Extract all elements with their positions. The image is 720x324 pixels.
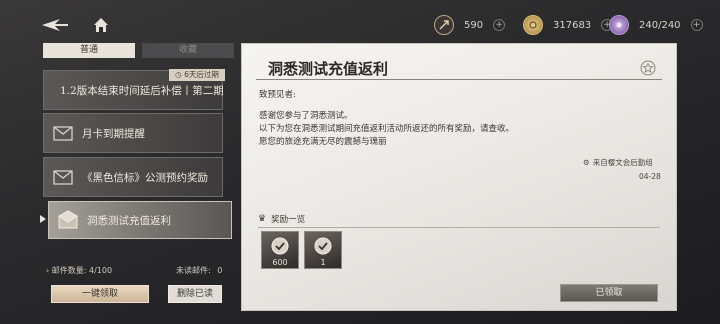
mail-title: 1.2版本结束时间延后补偿丨第二期 — [60, 84, 224, 97]
expire-text: 6天后过期 — [184, 70, 219, 79]
back-icon[interactable] — [40, 16, 70, 34]
sender-name: 来自樱文会后勤组 — [592, 158, 653, 167]
mail-title: 洞悉测试充值返利 — [87, 214, 171, 227]
mail-item-recharge-rebate[interactable]: 洞悉测试充值返利 — [48, 201, 232, 239]
mail-body-line: 感谢您参与了洞悉测试。 — [259, 111, 353, 121]
rewards-divider — [258, 227, 660, 228]
mail-count: › 邮件数量: 4/100 — [46, 265, 112, 277]
title-divider — [256, 79, 662, 80]
tab-normal[interactable]: 普通 — [43, 43, 135, 58]
unread-count: 未读邮件: 0 — [176, 265, 222, 277]
energy-value: 240/240 — [639, 19, 681, 31]
mail-detail-panel — [241, 43, 677, 311]
rewards-header: ♛ 奖励一览 — [258, 213, 305, 225]
reward-qty: 1 — [320, 258, 326, 267]
stamina-value: 590 — [464, 19, 484, 31]
reward-qty: 600 — [272, 258, 288, 267]
coin-value: 317683 — [553, 19, 592, 31]
selection-pointer-icon — [40, 215, 46, 223]
open-envelope-icon — [58, 210, 78, 229]
currency-stamina: 590 + — [434, 14, 506, 36]
check-icon — [314, 237, 332, 255]
mail-body-line: 以下为您在洞悉测试期间充值返利活动所返还的所有奖励，请查收。 — [259, 124, 515, 134]
mail-count-label: 邮件数量: — [51, 266, 87, 275]
mail-item-preregister[interactable]: 《黑色信标》公测预约奖励 — [43, 157, 223, 197]
currency-coin: 317683 + — [523, 14, 614, 36]
mail-title: 月卡到期提醒 — [82, 127, 145, 140]
reward-item[interactable]: 600 — [261, 231, 299, 269]
check-icon — [271, 237, 289, 255]
delete-read-button[interactable]: 删除已读 — [168, 285, 222, 303]
chevron-right-icon: › — [46, 266, 50, 275]
mail-title-heading: 洞悉测试充值返利 — [268, 60, 389, 78]
unread-value: 0 — [217, 266, 223, 275]
mail-count-value: 4/100 — [89, 266, 113, 275]
favorite-star-icon[interactable] — [640, 60, 656, 76]
envelope-icon — [53, 170, 73, 185]
crown-icon: ♛ — [258, 214, 267, 224]
energy-plus-button[interactable]: + — [690, 19, 703, 31]
sender-icon: ⚙ — [583, 158, 590, 167]
mail-title: 《黑色信标》公测预约奖励 — [82, 171, 208, 184]
claimed-button[interactable]: 已领取 — [560, 284, 658, 302]
mail-item-monthly-card[interactable]: 月卡到期提醒 — [43, 113, 223, 153]
unread-label: 未读邮件: — [176, 266, 211, 275]
expire-badge: ◷ 6天后过期 — [169, 69, 225, 81]
mail-body-line: 愿您的旅途充满无尽的震撼与瑰丽 — [259, 137, 387, 147]
reward-item[interactable]: 1 — [304, 231, 342, 269]
tab-favorites[interactable]: 收藏 — [142, 43, 234, 58]
claim-all-button[interactable]: 一键领取 — [51, 285, 149, 303]
clock-icon: ◷ — [175, 70, 182, 79]
stamina-plus-button[interactable]: + — [493, 19, 506, 31]
mail-greeting: 致预见者: — [259, 90, 296, 100]
energy-icon — [609, 15, 629, 35]
rewards-label: 奖励一览 — [271, 215, 306, 225]
stamina-icon — [434, 15, 454, 35]
home-icon[interactable] — [92, 16, 110, 34]
mail-date: 04-28 — [639, 172, 661, 181]
envelope-icon — [53, 126, 73, 141]
mail-sender: ⚙ 来自樱文会后勤组 — [583, 157, 653, 168]
coin-icon — [523, 15, 543, 35]
currency-energy: 240/240 + — [609, 14, 703, 36]
